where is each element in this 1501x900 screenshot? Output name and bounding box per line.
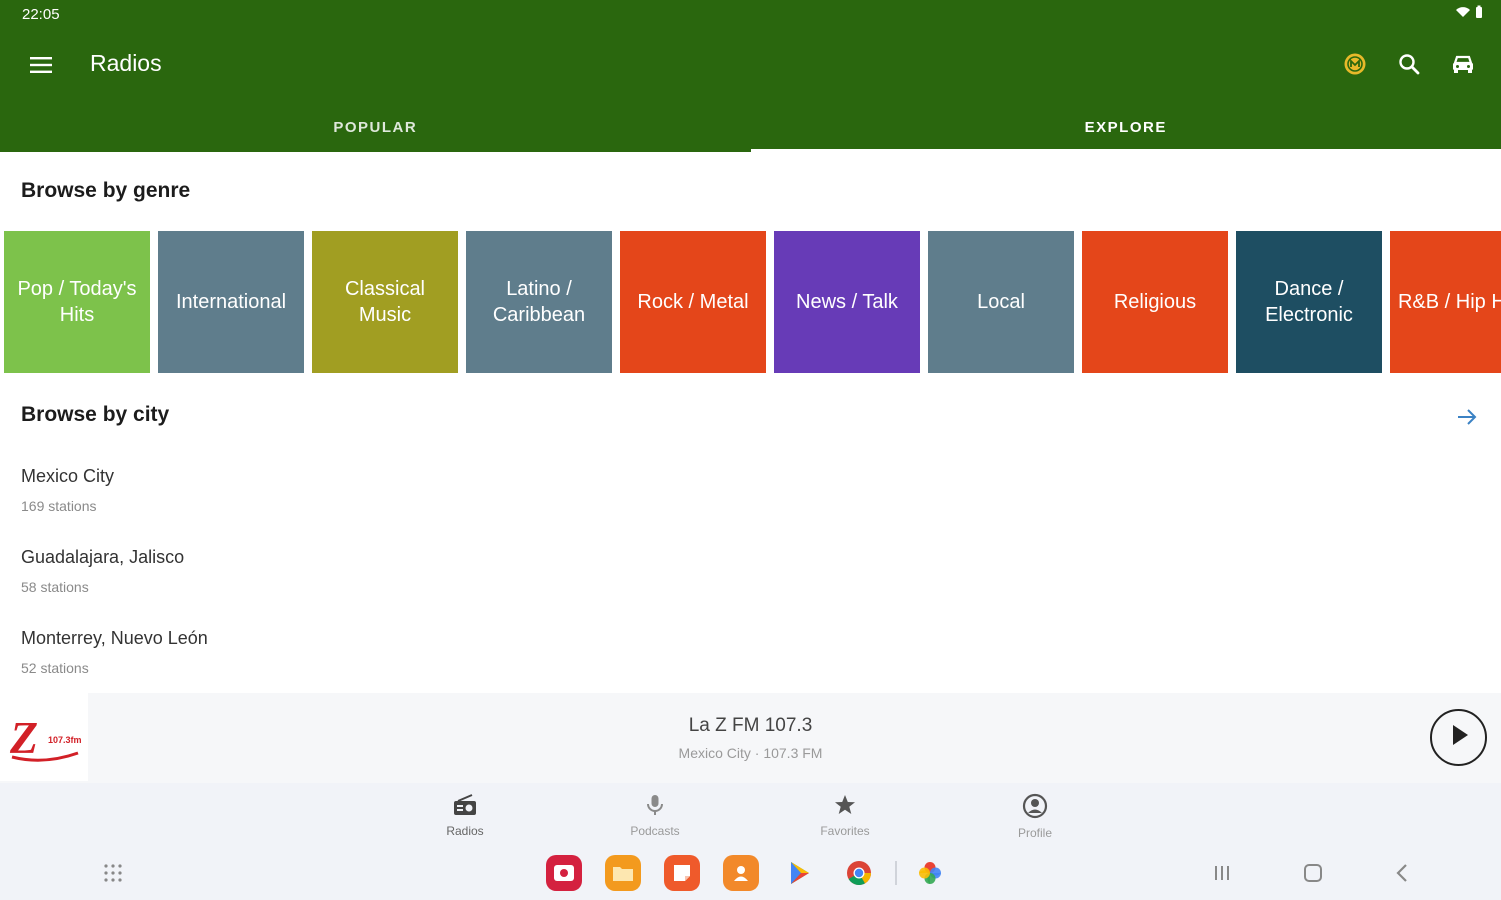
- star-icon: [833, 795, 857, 821]
- radio-icon: [452, 794, 478, 821]
- play-icon: [1448, 723, 1470, 752]
- genre-label: Religious: [1113, 291, 1197, 313]
- genre-label: Pop / Today's Hits: [17, 278, 137, 326]
- profile-icon: [1022, 793, 1048, 823]
- nav-label: Profile: [1017, 826, 1052, 840]
- genre-carousel[interactable]: Pop / Today's Hits International Classic…: [0, 231, 1501, 373]
- menu-icon[interactable]: [26, 50, 56, 80]
- genre-tile[interactable]: Pop / Today's Hits: [4, 231, 150, 373]
- nav-label: Radios: [446, 824, 484, 838]
- photos-app-icon[interactable]: [912, 855, 948, 891]
- city-list-item[interactable]: Mexico City 169 stations: [0, 466, 1501, 546]
- genre-label: Latino / Caribbean: [492, 278, 586, 326]
- play-button[interactable]: [1430, 709, 1487, 766]
- genre-label: International: [175, 291, 287, 313]
- status-time: 22:05: [22, 6, 60, 23]
- play-store-app-icon[interactable]: [782, 855, 818, 891]
- nav-item-favorites[interactable]: Favorites: [795, 793, 895, 838]
- genre-tile[interactable]: Local: [928, 231, 1074, 373]
- genre-label: Dance / Electronic: [1265, 278, 1353, 326]
- microphone-icon: [643, 795, 667, 821]
- car-mode-icon[interactable]: [1447, 48, 1479, 80]
- search-icon[interactable]: [1393, 48, 1425, 80]
- genre-tile[interactable]: Latino / Caribbean: [466, 231, 612, 373]
- city-station-count: 58 stations: [21, 579, 89, 595]
- tab-popular[interactable]: POPULAR: [0, 110, 751, 152]
- tab-explore[interactable]: EXPLORE: [750, 110, 1501, 152]
- status-bar: 22:05: [0, 0, 1501, 28]
- notes-app-icon[interactable]: [664, 855, 700, 891]
- battery-icon: [1475, 5, 1483, 23]
- nav-label: Favorites: [820, 824, 870, 838]
- station-logo: Z 107.3fm: [0, 693, 88, 781]
- nav-item-radios[interactable]: Radios: [415, 793, 515, 838]
- premium-badge-icon[interactable]: [1339, 48, 1371, 80]
- app-drawer-icon[interactable]: [99, 861, 127, 885]
- city-section-title: Browse by city: [21, 403, 170, 426]
- genre-label: Local: [977, 291, 1025, 313]
- bottom-navigation: Radios Podcasts Favorites Profile: [0, 783, 1501, 845]
- app-bar: Radios POPULAR EXPLORE: [0, 28, 1501, 152]
- system-navigation-bar: [0, 845, 1501, 900]
- mini-player[interactable]: Z 107.3fm La Z FM 107.3 Mexico City · 10…: [0, 693, 1501, 783]
- nav-item-podcasts[interactable]: Podcasts: [605, 793, 705, 838]
- home-icon[interactable]: [1299, 861, 1327, 885]
- arrow-right-icon[interactable]: [1452, 402, 1482, 432]
- genre-tile[interactable]: Rock / Metal: [620, 231, 766, 373]
- genre-label: Rock / Metal: [637, 291, 749, 313]
- now-playing-subtitle: Mexico City · 107.3 FM: [678, 745, 823, 761]
- city-station-count: 169 stations: [21, 498, 97, 514]
- tab-bar: POPULAR EXPLORE: [0, 110, 1501, 152]
- now-playing-station: La Z FM 107.3: [688, 715, 813, 736]
- genre-label: Classical Music: [344, 278, 426, 326]
- nav-label: Podcasts: [630, 824, 680, 838]
- genre-tile[interactable]: R&B / Hip Hop: [1390, 231, 1501, 373]
- genre-tile[interactable]: News / Talk: [774, 231, 920, 373]
- genre-tile[interactable]: Dance / Electronic: [1236, 231, 1382, 373]
- genre-section-title: Browse by genre: [21, 179, 191, 202]
- genre-tile[interactable]: Religious: [1082, 231, 1228, 373]
- genre-label: News / Talk: [796, 291, 898, 313]
- status-icons: [1455, 5, 1483, 23]
- genre-label: R&B / Hip Hop: [1397, 291, 1501, 313]
- app-title: Radios: [90, 50, 162, 76]
- files-app-icon[interactable]: [605, 855, 641, 891]
- wifi-icon: [1455, 5, 1471, 23]
- dock-divider: [895, 861, 897, 885]
- nav-item-profile[interactable]: Profile: [985, 793, 1085, 840]
- gallery-app-icon[interactable]: [546, 855, 582, 891]
- back-icon[interactable]: [1389, 861, 1417, 885]
- city-name: Guadalajara, Jalisco: [21, 547, 185, 567]
- city-name: Monterrey, Nuevo León: [21, 628, 208, 648]
- city-name: Mexico City: [21, 466, 115, 486]
- recent-apps-icon[interactable]: [1208, 861, 1236, 885]
- city-list-item[interactable]: Guadalajara, Jalisco 58 stations: [0, 547, 1501, 627]
- chrome-app-icon[interactable]: [841, 855, 877, 891]
- genre-tile[interactable]: International: [158, 231, 304, 373]
- city-station-count: 52 stations: [21, 660, 89, 676]
- contacts-app-icon[interactable]: [723, 855, 759, 891]
- genre-tile[interactable]: Classical Music: [312, 231, 458, 373]
